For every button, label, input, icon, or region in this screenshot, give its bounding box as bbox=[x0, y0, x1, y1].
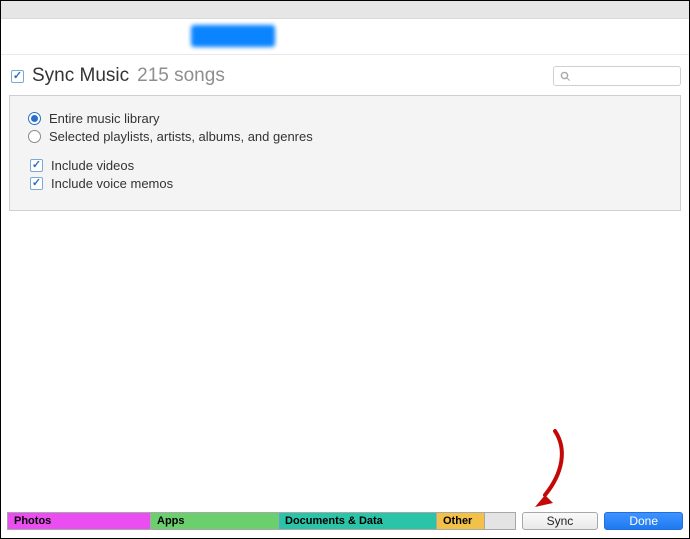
include-videos-checkbox[interactable] bbox=[30, 159, 43, 172]
capacity-seg-apps: Apps bbox=[151, 513, 279, 529]
annotation-arrow bbox=[507, 427, 577, 517]
sync-options-panel: Entire music library Selected playlists,… bbox=[9, 95, 681, 211]
content-area: Sync Music 215 songs Entire music librar… bbox=[1, 55, 689, 211]
include-options-group: Include videos Include voice memos bbox=[28, 158, 662, 191]
radio-selected-items[interactable] bbox=[28, 130, 41, 143]
footer: Photos Apps Documents & Data Other Sync … bbox=[7, 512, 683, 532]
capacity-seg-free bbox=[485, 513, 515, 529]
done-button[interactable]: Done bbox=[604, 512, 683, 530]
radio-selected-items-label: Selected playlists, artists, albums, and… bbox=[49, 129, 313, 144]
capacity-photos-label: Photos bbox=[14, 515, 51, 527]
include-voice-memos-checkbox[interactable] bbox=[30, 177, 43, 190]
include-videos-label: Include videos bbox=[51, 158, 134, 173]
sync-button-label: Sync bbox=[547, 514, 574, 528]
include-voice-memos-label: Include voice memos bbox=[51, 176, 173, 191]
sync-music-heading: Sync Music bbox=[32, 65, 129, 87]
done-button-label: Done bbox=[629, 514, 658, 528]
include-voice-memos-row[interactable]: Include voice memos bbox=[30, 176, 662, 191]
device-chip[interactable] bbox=[191, 25, 275, 47]
sync-button[interactable]: Sync bbox=[522, 512, 599, 530]
capacity-apps-label: Apps bbox=[157, 515, 185, 527]
radio-selected-items-row[interactable]: Selected playlists, artists, albums, and… bbox=[28, 129, 662, 144]
capacity-seg-docs: Documents & Data bbox=[279, 513, 437, 529]
search-icon bbox=[560, 71, 571, 82]
radio-entire-library-label: Entire music library bbox=[49, 111, 160, 126]
sync-title-row: Sync Music 215 songs bbox=[9, 65, 681, 93]
radio-entire-library[interactable] bbox=[28, 112, 41, 125]
capacity-other-label: Other bbox=[443, 515, 472, 527]
include-videos-row[interactable]: Include videos bbox=[30, 158, 662, 173]
sync-music-checkbox[interactable] bbox=[11, 70, 24, 83]
capacity-docs-label: Documents & Data bbox=[285, 515, 383, 527]
radio-entire-library-row[interactable]: Entire music library bbox=[28, 111, 662, 126]
song-count-label: 215 songs bbox=[137, 65, 225, 87]
capacity-seg-photos: Photos bbox=[8, 513, 151, 529]
search-input[interactable] bbox=[553, 66, 681, 86]
capacity-seg-other: Other bbox=[437, 513, 485, 529]
capacity-bar: Photos Apps Documents & Data Other bbox=[7, 512, 516, 530]
top-toolbar bbox=[1, 1, 689, 19]
device-selector-row bbox=[1, 19, 689, 55]
